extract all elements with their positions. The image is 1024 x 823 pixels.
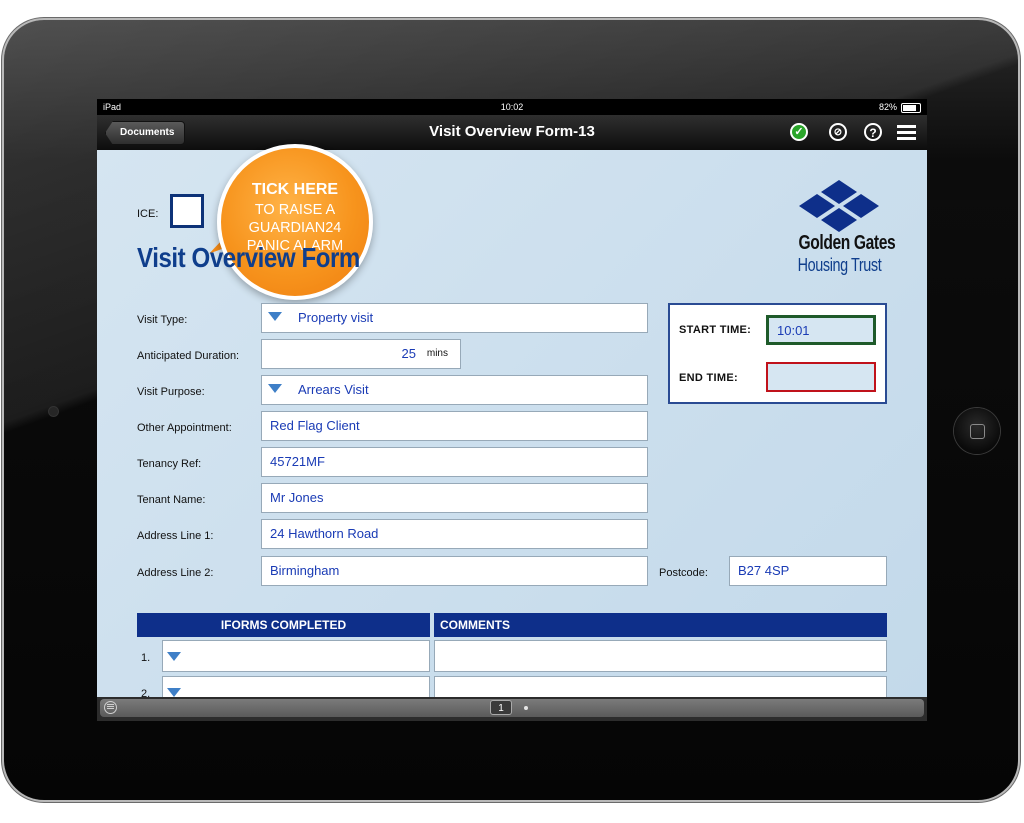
logo-line-2: Housing Trust: [797, 255, 882, 275]
page-indicator[interactable]: 1: [490, 700, 512, 715]
end-time-input[interactable]: [766, 362, 876, 392]
visit-type-value: Property visit: [298, 310, 374, 325]
tenant-name-label: Tenant Name:: [137, 494, 206, 506]
iforms-completed-header: IFORMS COMPLETED: [137, 613, 430, 637]
home-button-icon: [970, 424, 985, 439]
callout-line-1: TICK HERE: [251, 181, 339, 198]
tenancy-ref-label: Tenancy Ref:: [137, 458, 202, 470]
comments-header: COMMENTS: [434, 613, 887, 637]
help-icon[interactable]: ?: [864, 123, 882, 141]
address-line-2-label: Address Line 2:: [137, 567, 214, 579]
check-icon[interactable]: ✓: [790, 123, 808, 141]
address-line-1-label: Address Line 1:: [137, 530, 214, 542]
diamond-logo-icon: [799, 180, 879, 232]
nav-bar: Documents Visit Overview Form-13 ✓ ⊘ ?: [97, 115, 927, 150]
panic-alarm-callout: TICK HERE TO RAISE A GUARDIAN24 PANIC AL…: [217, 144, 373, 300]
duration-value: 25: [401, 346, 416, 361]
home-button[interactable]: [954, 408, 1000, 454]
postcode-input[interactable]: B27 4SP: [729, 556, 887, 586]
toolbar-inner: 1: [100, 699, 924, 717]
paperclip-icon[interactable]: ⊘: [829, 123, 847, 141]
housing-trust-logo: Golden Gates Housing Trust: [787, 180, 896, 280]
menu-icon[interactable]: [897, 125, 916, 141]
address-line-2-input[interactable]: Birmingham: [261, 556, 648, 586]
address-line-1-input[interactable]: 24 Hawthorn Road: [261, 519, 648, 549]
comment-input-1[interactable]: [434, 640, 887, 672]
row-number: 1.: [141, 652, 151, 664]
app-screen: iPad 10:02 82% Documents Visit Overview …: [97, 99, 927, 721]
tenant-name-input[interactable]: Mr Jones: [261, 483, 648, 513]
visit-type-select[interactable]: Property visit: [261, 303, 648, 333]
status-time: 10:02: [500, 102, 524, 112]
ice-label: ICE:: [137, 208, 159, 220]
callout-line-3: GUARDIAN24: [248, 220, 342, 236]
dropdown-arrow-icon: [268, 312, 282, 322]
duration-unit: mins: [426, 348, 448, 359]
visit-purpose-select[interactable]: Arrears Visit: [261, 375, 648, 405]
status-bar: iPad 10:02 82%: [97, 99, 927, 115]
list-menu-icon[interactable]: [104, 701, 117, 714]
front-camera: [49, 407, 58, 416]
other-appointment-label: Other Appointment:: [137, 422, 232, 434]
visit-purpose-label: Visit Purpose:: [137, 386, 205, 398]
callout-line-2: TO RAISE A: [254, 202, 336, 218]
logo-line-1: Golden Gates: [798, 232, 896, 254]
visit-times-panel: START TIME: 10:01 END TIME:: [668, 303, 887, 404]
postcode-label: Postcode:: [659, 567, 708, 579]
dropdown-arrow-icon: [268, 384, 282, 394]
start-time-input[interactable]: 10:01: [766, 315, 876, 345]
form-title: Visit Overview Form: [137, 242, 360, 273]
visit-purpose-value: Arrears Visit: [298, 382, 369, 397]
visit-type-label: Visit Type:: [137, 314, 188, 326]
visit-form: ICE: TICK HERE TO RAISE A GUARDIAN24 PAN…: [97, 144, 927, 708]
iform-select-1[interactable]: [162, 640, 430, 672]
ice-checkbox[interactable]: [170, 194, 204, 228]
end-time-label: END TIME:: [679, 372, 738, 384]
duration-label: Anticipated Duration:: [137, 350, 240, 362]
dropdown-arrow-icon: [167, 652, 181, 661]
dropdown-arrow-icon: [167, 688, 181, 697]
other-appointment-input[interactable]: Red Flag Client: [261, 411, 648, 441]
start-time-label: START TIME:: [679, 324, 752, 336]
battery-icon: [901, 103, 921, 113]
battery-percent: 82%: [878, 102, 897, 112]
page-dot[interactable]: [524, 706, 528, 710]
duration-input[interactable]: 25 mins: [261, 339, 461, 369]
bottom-toolbar: 1: [97, 697, 927, 721]
tenancy-ref-input[interactable]: 45721MF: [261, 447, 648, 477]
